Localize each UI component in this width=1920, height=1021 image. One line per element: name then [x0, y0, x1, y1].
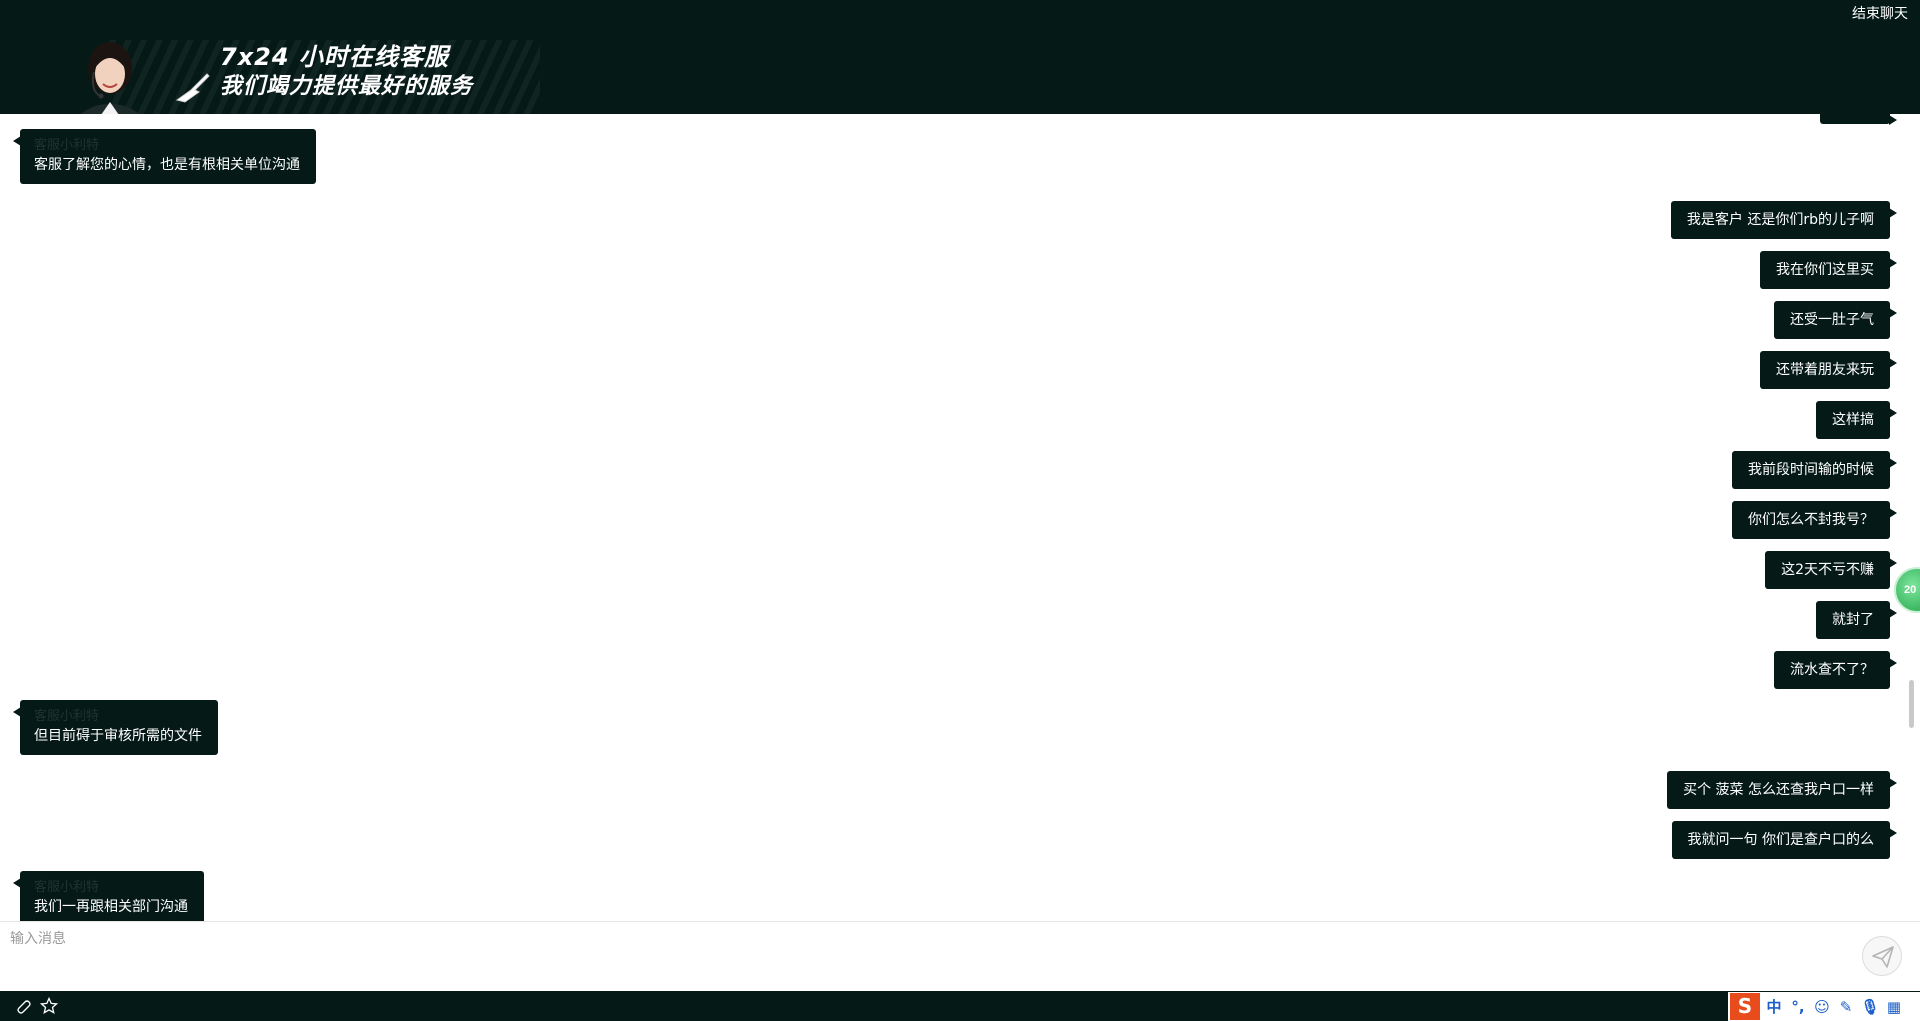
message-bubble-agent: 客服小利特 客服了解您的心情，也是有根相关单位沟通 [13, 129, 316, 184]
ime-chinese-mode[interactable]: 中 [1764, 996, 1784, 1017]
message-text: 这2天不亏不赚 [1781, 562, 1874, 578]
end-chat-button[interactable]: 结束聊天 [1852, 3, 1908, 23]
message-text: 客服了解您的心情，也是有根相关单位沟通 [34, 157, 300, 173]
ime-voice-icon[interactable]: 🎙 [1860, 998, 1880, 1016]
ime-toolbar: S 中 °, ☺ ✎ 🎙 ▦ [1728, 992, 1920, 1021]
message-text: 流水查不了？ [1790, 662, 1874, 678]
send-icon [1872, 946, 1894, 968]
message-list[interactable]: 客服小利特 客服了解您的心情，也是有根相关单位沟通 我是客户 还是你们rb的儿子… [0, 114, 1920, 921]
ime-punctuation-icon[interactable]: °, [1788, 998, 1808, 1016]
message-sender: 客服小利特 [34, 709, 100, 724]
message-bubble-user: 还带着朋友来玩 [1760, 351, 1897, 389]
ime-handwrite-icon[interactable]: ✎ [1836, 998, 1856, 1016]
service-slogan: 7x24 小时在线客服 我们竭力提供最好的服务 [220, 42, 473, 102]
message-bubble-user: 还受一肚子气 [1774, 301, 1897, 339]
message-text: 我就问一句 你们是查户口的么 [1687, 832, 1874, 848]
message-bubble-agent: 客服小利特 但目前碍于审核所需的文件 [13, 700, 218, 755]
pointing-hand-icon [175, 73, 210, 103]
message-text: 你们怎么不封我号？ [1748, 512, 1874, 528]
message-bubble-user: 我前段时间输的时候 [1732, 451, 1897, 489]
message-sender: 客服小利特 [34, 880, 100, 895]
message-bubble-user: 我是客户 还是你们rb的儿子啊 [1670, 201, 1898, 239]
message-text: 还受一肚子气 [1790, 312, 1874, 328]
ime-emoji-icon[interactable]: ☺ [1812, 998, 1832, 1016]
message-text: 我前段时间输的时候 [1748, 462, 1874, 478]
message-bubble-user: 买个 菠菜 怎么还查我户口一样 [1667, 771, 1897, 809]
ime-toolbox-icon[interactable]: ▦ [1884, 998, 1904, 1016]
message-bubble-user: 这2天不亏不赚 [1765, 551, 1897, 589]
service-banner: 7x24 小时在线客服 我们竭力提供最好的服务 [10, 20, 540, 114]
message-bubble-partial [1820, 114, 1897, 125]
message-text: 我们一再跟相关部门沟通 [34, 899, 188, 915]
message-text: 这样搞 [1832, 412, 1874, 428]
message-bubble-user: 就封了 [1816, 601, 1897, 639]
message-text: 还带着朋友来玩 [1776, 362, 1874, 378]
message-text: 买个 菠菜 怎么还查我户口一样 [1683, 782, 1874, 798]
scrollbar-thumb[interactable] [1909, 680, 1914, 728]
message-bubble-agent: 客服小利特 我们一再跟相关部门沟通 [13, 871, 204, 921]
chat-header: 7x24 小时在线客服 我们竭力提供最好的服务 结束聊天 [0, 0, 1920, 114]
message-sender: 客服小利特 [34, 138, 100, 153]
send-button[interactable] [1862, 936, 1902, 976]
message-bubble-user: 这样搞 [1816, 401, 1897, 439]
message-input-area [0, 921, 1920, 991]
message-input[interactable] [10, 928, 1830, 984]
paperclip-icon[interactable] [14, 997, 32, 1015]
message-text: 我是客户 还是你们rb的儿子啊 [1686, 212, 1874, 228]
message-text: 但目前碍于审核所需的文件 [34, 728, 202, 744]
message-text: 就封了 [1832, 612, 1874, 628]
bottom-toolbar: S 中 °, ☺ ✎ 🎙 ▦ [0, 991, 1920, 1021]
slogan-line-2: 我们竭力提供最好的服务 [220, 74, 474, 99]
star-icon[interactable] [40, 997, 58, 1015]
message-bubble-user: 你们怎么不封我号？ [1732, 501, 1897, 539]
message-bubble-user: 流水查不了？ [1774, 651, 1897, 689]
ime-logo-icon[interactable]: S [1730, 993, 1760, 1020]
floating-badge-button[interactable]: 20 [1894, 567, 1920, 613]
message-bubble-user: 我就问一句 你们是查户口的么 [1671, 821, 1898, 859]
agent-avatar-image [80, 42, 140, 114]
message-bubble-user: 我在你们这里买 [1760, 251, 1897, 289]
slogan-line-1: 7x24 小时在线客服 [220, 43, 449, 71]
message-text: 我在你们这里买 [1776, 262, 1874, 278]
